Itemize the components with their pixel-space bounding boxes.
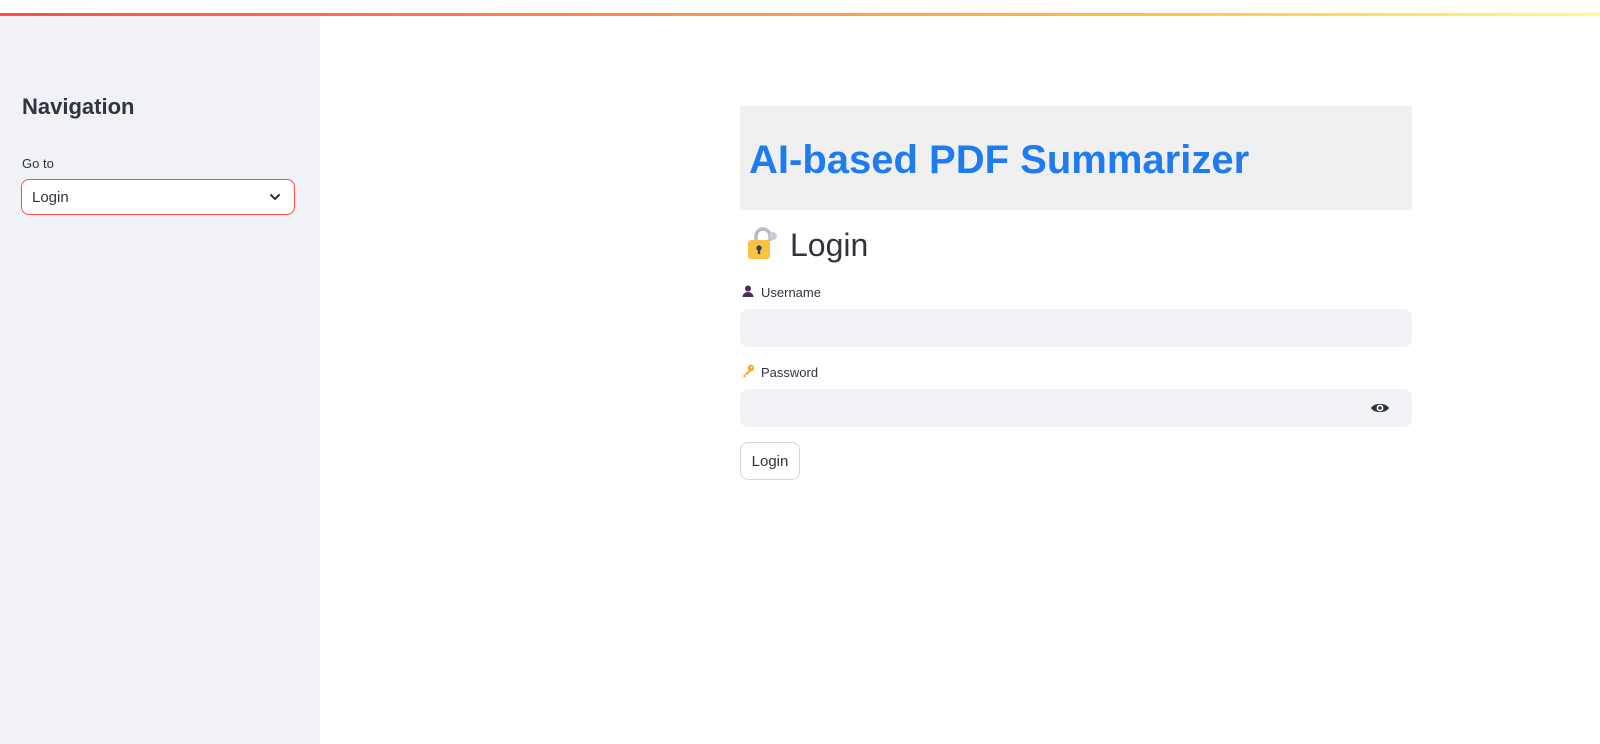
- user-icon: [741, 284, 755, 301]
- key-icon: [741, 364, 755, 381]
- navigation-select-value: Login: [32, 188, 69, 206]
- login-heading: Login: [742, 224, 868, 267]
- username-input[interactable]: [740, 309, 1412, 347]
- app-header: AI-based PDF Summarizer: [740, 106, 1412, 210]
- password-label: Password: [741, 364, 818, 381]
- sidebar: [0, 16, 320, 744]
- password-label-text: Password: [761, 365, 819, 380]
- lock-icon: [742, 224, 780, 267]
- password-input[interactable]: [740, 389, 1412, 427]
- eye-icon[interactable]: [1368, 398, 1392, 418]
- sidebar-title: Navigation: [22, 94, 135, 119]
- login-title: Login: [790, 227, 869, 263]
- app-title: AI-based PDF Summarizer: [749, 138, 1250, 182]
- login-button[interactable]: Login: [740, 442, 800, 480]
- username-label: Username: [741, 284, 821, 301]
- goto-label: Go to: [22, 156, 54, 171]
- username-label-text: Username: [761, 285, 821, 300]
- chevron-down-icon: [268, 190, 282, 204]
- navigation-select[interactable]: Login: [21, 179, 295, 215]
